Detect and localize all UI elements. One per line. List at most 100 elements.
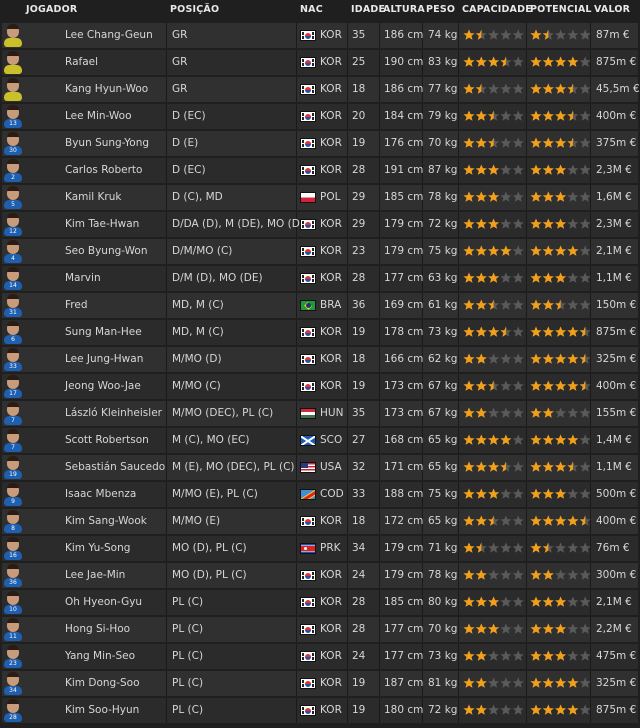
player-avatar[interactable]: 7 [4,402,22,425]
col-height-header[interactable]: ALTURA [383,4,425,15]
player-avatar[interactable]: 36 [4,564,22,587]
player-avatar[interactable]: 19 [4,456,22,479]
player-avatar[interactable]: 34 [4,672,22,695]
player-name-link[interactable]: Kim Dong-Soo [65,671,140,696]
player-name-link[interactable]: Lee Jung-Hwan [65,347,143,372]
table-row[interactable]: 19 Sebastián Saucedo M (E), MO (DEC), PL (… [2,455,638,480]
table-row[interactable]: 10 Oh Hyeon-Gyu PL (C) KOR 28 185 cm 80 kg 2,1M… [2,590,638,615]
column-divider [296,509,297,534]
player-name-link[interactable]: Jeong Woo-Jae [65,374,141,399]
col-age-header[interactable]: IDADE [351,4,385,15]
player-value: 875m € [596,704,637,716]
player-name-link[interactable]: Kim Sang-Wook [65,509,147,534]
player-name-link[interactable]: Hong Si-Hoo [65,617,130,642]
player-avatar[interactable]: 16 [4,537,22,560]
player-avatar[interactable]: 8 [4,510,22,533]
star-icon [488,164,500,175]
player-name-link[interactable]: Scott Robertson [65,428,149,453]
player-avatar[interactable]: 31 [4,294,22,317]
player-avatar[interactable]: 11 [4,618,22,641]
player-name-link[interactable]: Seo Byung-Won [65,239,148,264]
player-name-link[interactable]: Kim Tae-Hwan [65,212,139,237]
player-avatar[interactable] [4,24,22,47]
table-row[interactable]: 7 Scott Robertson M (C), MO (EC) SCO 27 168 c… [2,428,638,453]
player-name-link[interactable]: Rafael [65,50,98,75]
player-name-link[interactable]: Kim Soo-Hyun [65,698,139,723]
kit-number: 7 [11,417,15,424]
table-row[interactable]: 9 Isaac Mbenza M/MO (E), PL (C) COD 33 188 cm… [2,482,638,507]
table-row[interactable]: 16 Kim Yu-Song MO (D), PL (C) PRK 34 179 cm 71… [2,536,638,561]
star-icon [542,110,554,121]
col-potential-header[interactable]: POTENCIAL [530,4,592,15]
player-name-link[interactable]: Byun Sung-Yong [65,131,149,156]
player-name-link[interactable]: Sung Man-Hee [65,320,142,345]
table-row[interactable]: 5 Kamil Kruk D (C), MD POL 29 185 cm 78 kg 1,6M… [2,185,638,210]
player-avatar[interactable]: 4 [4,240,22,263]
col-player-header[interactable]: JOGADOR [26,4,77,15]
player-avatar[interactable] [4,51,22,74]
player-name-link[interactable]: Oh Hyeon-Gyu [65,590,142,615]
table-row[interactable]: 8 Kim Sang-Wook M/MO (E) KOR 18 172 cm 65 kg 40… [2,509,638,534]
player-name-link[interactable]: Kamil Kruk [65,185,121,210]
table-row[interactable]: 14 Marvin D/M (D), MO (DE) KOR 28 177 cm 63 kg… [2,266,638,291]
table-row[interactable]: 31 Fred MD, M (C) BRA 36 169 cm 61 kg 150m € [2,293,638,318]
player-avatar[interactable]: 28 [4,699,22,722]
table-row[interactable]: 13 Lee Min-Woo D (EC) KOR 20 184 cm 79 kg 400m … [2,104,638,129]
player-avatar[interactable]: 7 [4,429,22,452]
col-nation-header[interactable]: NAC [300,4,323,15]
col-weight-header[interactable]: PESO [426,4,455,15]
table-row[interactable]: 28 Kim Soo-Hyun PL (C) KOR 19 180 cm 72 kg 875m… [2,698,638,723]
player-avatar[interactable]: 33 [4,348,22,371]
player-name-link[interactable]: Sebastián Saucedo [65,455,165,480]
player-avatar[interactable]: 17 [4,375,22,398]
table-row[interactable]: 11 Hong Si-Hoo PL (C) KOR 28 177 cm 70 kg 2,2M … [2,617,638,642]
col-value-header[interactable]: VALOR [594,4,630,15]
star-icon [579,137,591,148]
potential-stars [530,29,592,41]
player-value: 150m € [596,299,637,311]
table-row[interactable]: 12 Kim Tae-Hwan D/DA (D), M (DE), MO (D) KO… [2,212,638,237]
player-avatar[interactable] [4,78,22,101]
table-row[interactable]: Lee Chang-Geun GR KOR 35 186 cm 74 kg 87m € [2,23,638,48]
player-name-link[interactable]: Isaac Mbenza [65,482,136,507]
star-icon [475,596,487,607]
flag-kor-icon [300,327,316,338]
player-avatar[interactable]: 2 [4,159,22,182]
player-name-link[interactable]: Marvin [65,266,101,291]
col-position-header[interactable]: POSIÇÃO [170,4,219,15]
player-avatar[interactable]: 30 [4,132,22,155]
player-name-link[interactable]: Kang Hyun-Woo [65,77,148,102]
table-row[interactable]: 33 Lee Jung-Hwan M/MO (D) KOR 18 166 cm 62 kg 3… [2,347,638,372]
player-avatar[interactable]: 13 [4,105,22,128]
table-row[interactable]: 6 Sung Man-Hee MD, M (C) KOR 19 178 cm 73 kg 87… [2,320,638,345]
table-row[interactable]: 36 Lee Jae-Min MO (D), PL (C) KOR 24 179 cm 78… [2,563,638,588]
table-row[interactable]: 17 Jeong Woo-Jae M/MO (C) KOR 19 173 cm 67 kg 4… [2,374,638,399]
star-icon [512,515,524,526]
player-name-link[interactable]: Kim Yu-Song [65,536,130,561]
player-name-link[interactable]: Lee Jae-Min [65,563,125,588]
player-avatar[interactable]: 5 [4,186,22,209]
table-row[interactable]: 30 Byun Sung-Yong D (E) KOR 19 176 cm 70 kg 375… [2,131,638,156]
table-row[interactable]: Kang Hyun-Woo GR KOR 18 186 cm 77 kg 45,5m € [2,77,640,102]
star-icon [530,488,542,499]
table-row[interactable]: Rafael GR KOR 25 190 cm 83 kg 875m € [2,50,638,75]
player-name-link[interactable]: Carlos Roberto [65,158,142,183]
player-name-link[interactable]: Lee Min-Woo [65,104,132,129]
col-ability-header[interactable]: CAPACIDADE [462,4,532,15]
player-avatar[interactable]: 10 [4,591,22,614]
player-name-link[interactable]: Fred [65,293,88,318]
table-row[interactable]: 7 László Kleinheisler M/MO (DEC), PL (C) HU… [2,401,638,426]
player-name-link[interactable]: Lee Chang-Geun [65,23,153,48]
table-row[interactable]: 34 Kim Dong-Soo PL (C) KOR 19 187 cm 81 kg 325m… [2,671,638,696]
star-icon [542,29,554,40]
player-name-link[interactable]: László Kleinheisler [65,401,162,426]
player-avatar[interactable]: 9 [4,483,22,506]
table-row[interactable]: 23 Yang Min-Seo PL (C) KOR 24 177 cm 73 kg 475m… [2,644,638,669]
player-avatar[interactable]: 12 [4,213,22,236]
player-avatar[interactable]: 14 [4,267,22,290]
table-row[interactable]: 2 Carlos Roberto D (EC) KOR 28 191 cm 87 kg 2,3… [2,158,638,183]
player-avatar[interactable]: 6 [4,321,22,344]
player-name-link[interactable]: Yang Min-Seo [65,644,135,669]
player-avatar[interactable]: 23 [4,645,22,668]
table-row[interactable]: 4 Seo Byung-Won D/M/MO (C) KOR 23 179 cm 75 kg… [2,239,638,264]
